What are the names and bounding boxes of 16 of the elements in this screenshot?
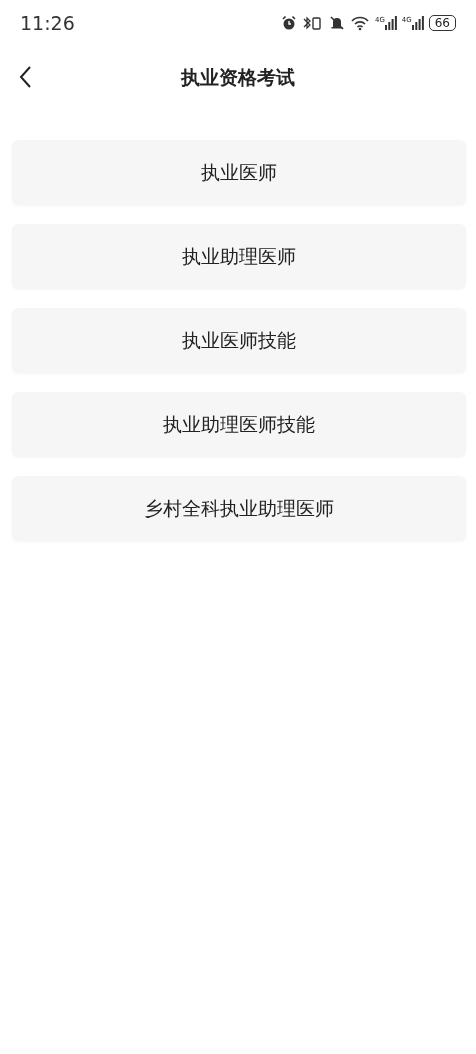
back-icon (18, 65, 32, 89)
battery-indicator: 66 (428, 14, 456, 31)
muted-bell-icon (328, 14, 345, 31)
alarm-icon (280, 14, 297, 31)
exam-item[interactable]: 执业助理医师 (12, 224, 466, 289)
back-button[interactable] (18, 65, 32, 89)
wifi-icon (349, 14, 370, 31)
exam-item[interactable]: 执业医师技能 (12, 308, 466, 373)
status-time: 11:26 (20, 11, 75, 34)
signal-icon (384, 15, 397, 30)
exam-item[interactable]: 执业助理医师技能 (12, 392, 466, 457)
signal-icon (411, 15, 424, 30)
page-title: 执业资格考试 (181, 64, 295, 90)
bluetooth-vibrate-icon (301, 14, 324, 31)
exam-item[interactable]: 乡村全科执业助理医师 (12, 476, 466, 541)
exam-item[interactable]: 执业医师 (12, 140, 466, 205)
